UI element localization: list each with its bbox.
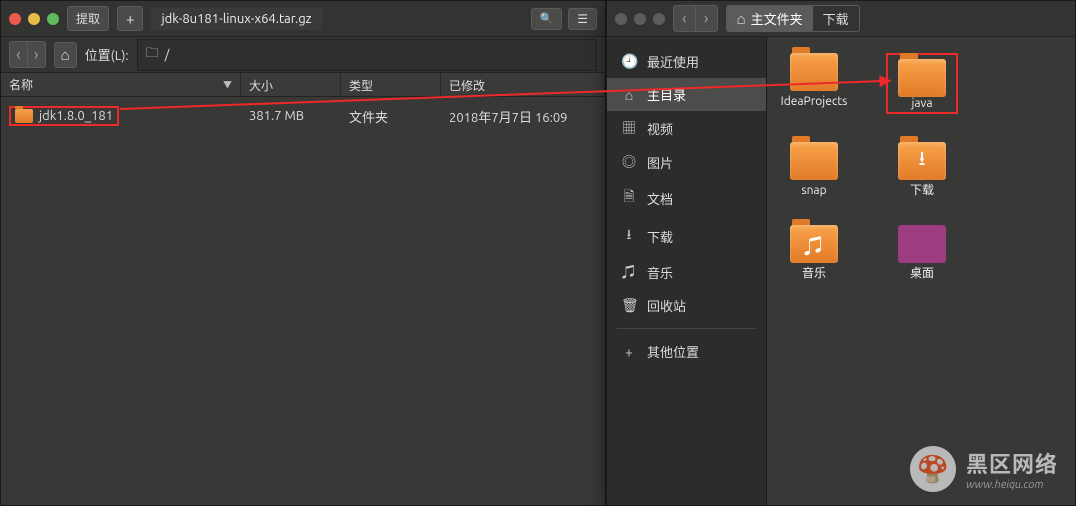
sidebar-item-0[interactable]: 🕘 最近使用: [607, 45, 766, 78]
window-controls: [615, 13, 665, 25]
watermark: 🍄 黑区网络 www.heiqu.com: [910, 446, 1058, 492]
back-button[interactable]: [673, 5, 696, 32]
window-controls: [9, 13, 59, 25]
folder-icon: [898, 225, 946, 263]
sidebar: 🕘 最近使用 ⌂主目录 ▦ 视频 ◎ 图片 🗎 文档 ⭳ 下载 ♫ 音乐 🗑 回收站 + 其他位置: [607, 37, 767, 505]
folder-label: 下载: [910, 184, 934, 197]
watermark-title: 黑区网络: [966, 447, 1058, 479]
archive-window: 提取 jdk-8u181-linux-x64.tar.gz 位置(L): / 名…: [0, 0, 606, 506]
chevron-right-icon: [704, 9, 709, 28]
sidebar-label: 图片: [647, 153, 673, 172]
sort-indicator-icon: ▼: [223, 78, 232, 91]
minimize-icon[interactable]: [634, 13, 646, 25]
folder-桌面[interactable]: 桌面: [883, 225, 961, 280]
folder-snap[interactable]: snap: [775, 142, 853, 197]
sidebar-label: 最近使用: [647, 52, 699, 71]
location-input[interactable]: /: [137, 39, 597, 71]
sidebar-icon: ⭳: [621, 224, 637, 248]
column-type-header[interactable]: 类型: [341, 73, 441, 96]
sidebar-item-1[interactable]: ⌂主目录: [607, 78, 766, 111]
folder-icon: [790, 142, 838, 180]
nav-back-forward: [673, 5, 718, 32]
sidebar-label: 回收站: [647, 296, 686, 315]
breadcrumb: 主文件夹 下载: [726, 5, 860, 32]
plus-icon: [126, 10, 134, 27]
folder-java[interactable]: java: [883, 53, 961, 114]
sidebar-item-7[interactable]: 🗑 回收站: [607, 289, 766, 322]
tab-archive-name[interactable]: jdk-8u181-linux-x64.tar.gz: [151, 8, 321, 30]
sidebar-icon: +: [621, 344, 637, 360]
file-size: 381.7 MB: [241, 109, 341, 123]
column-name-header[interactable]: 名称▼: [1, 73, 241, 96]
menu-button[interactable]: [568, 8, 597, 30]
folder-label: 桌面: [910, 267, 934, 280]
sidebar-icon: ♫: [621, 262, 637, 282]
breadcrumb-home[interactable]: 主文件夹: [727, 6, 813, 31]
sidebar-label: 下载: [647, 227, 673, 246]
maximize-icon[interactable]: [47, 13, 59, 25]
sidebar-icon: 🕘: [621, 53, 637, 70]
file-list: jdk1.8.0_181 381.7 MB 文件夹 2018年7月7日 16:0…: [1, 97, 605, 505]
titlebar: 主文件夹 下载: [607, 1, 1075, 37]
add-button[interactable]: [117, 6, 143, 31]
sidebar-item-8[interactable]: + 其他位置: [607, 335, 766, 368]
folder-icon: [15, 109, 33, 123]
folder-label: snap: [801, 184, 826, 197]
location-bar: 位置(L): /: [1, 37, 605, 73]
sidebar-label: 视频: [647, 119, 673, 138]
location-path: /: [165, 48, 170, 62]
folder-icon: [790, 53, 838, 91]
sidebar-item-5[interactable]: ⭳ 下载: [607, 217, 766, 255]
folder-label: 音乐: [802, 267, 826, 280]
nav-back-forward: [9, 41, 46, 68]
watermark-url: www.heiqu.com: [966, 479, 1058, 491]
forward-button[interactable]: [28, 41, 46, 68]
sidebar-item-6[interactable]: ♫ 音乐: [607, 255, 766, 289]
folder-icon: ⭳: [898, 142, 946, 180]
extract-button[interactable]: 提取: [67, 6, 109, 31]
folder-label: IdeaProjects: [781, 95, 848, 108]
close-icon[interactable]: [615, 13, 627, 25]
forward-button[interactable]: [696, 5, 718, 32]
column-size-header[interactable]: 大小: [241, 73, 341, 96]
sidebar-label: 文档: [647, 189, 673, 208]
file-name: jdk1.8.0_181: [39, 109, 113, 123]
files-window: 主文件夹 下载 🕘 最近使用 ⌂主目录 ▦ 视频 ◎ 图片 🗎 文档 ⭳ 下载 ♫ 音乐 🗑 回收站 + 其他位…: [606, 0, 1076, 506]
menu-icon: [577, 12, 588, 26]
folder-grid: IdeaProjects java snap ⭳ 下载 ♫ 音乐 桌面: [767, 37, 1075, 505]
back-button[interactable]: [9, 41, 28, 68]
watermark-icon: 🍄: [910, 446, 956, 492]
folder-音乐[interactable]: ♫ 音乐: [775, 225, 853, 280]
close-icon[interactable]: [9, 13, 21, 25]
sidebar-label: 音乐: [647, 263, 673, 282]
folder-icon: [898, 59, 946, 97]
minimize-icon[interactable]: [28, 13, 40, 25]
sidebar-icon: 🗎: [621, 186, 637, 210]
folder-下载[interactable]: ⭳ 下载: [883, 142, 961, 197]
sidebar-icon: ◎: [621, 152, 637, 172]
sidebar-item-4[interactable]: 🗎 文档: [607, 179, 766, 217]
breadcrumb-downloads[interactable]: 下载: [813, 6, 859, 31]
search-icon: [540, 12, 554, 25]
chevron-right-icon: [34, 45, 39, 64]
sidebar-item-3[interactable]: ◎ 图片: [607, 145, 766, 179]
titlebar: 提取 jdk-8u181-linux-x64.tar.gz: [1, 1, 605, 37]
folder-icon: ♫: [790, 225, 838, 263]
sidebar-label: 其他位置: [647, 342, 699, 361]
sidebar-icon: 🗑: [621, 297, 637, 314]
home-icon: [61, 46, 70, 64]
folder-label: java: [898, 97, 946, 110]
folder-icon: [146, 44, 159, 66]
search-button[interactable]: [531, 8, 563, 30]
chevron-left-icon: [682, 9, 687, 28]
file-type: 文件夹: [341, 107, 441, 126]
home-button[interactable]: [54, 42, 77, 68]
maximize-icon[interactable]: [653, 13, 665, 25]
file-modified: 2018年7月7日 16:09: [441, 107, 605, 126]
chevron-left-icon: [16, 45, 21, 64]
location-label: 位置(L):: [85, 45, 129, 64]
sidebar-icon: ▦: [621, 118, 637, 138]
home-icon: [737, 10, 746, 28]
sidebar-item-2[interactable]: ▦ 视频: [607, 111, 766, 145]
